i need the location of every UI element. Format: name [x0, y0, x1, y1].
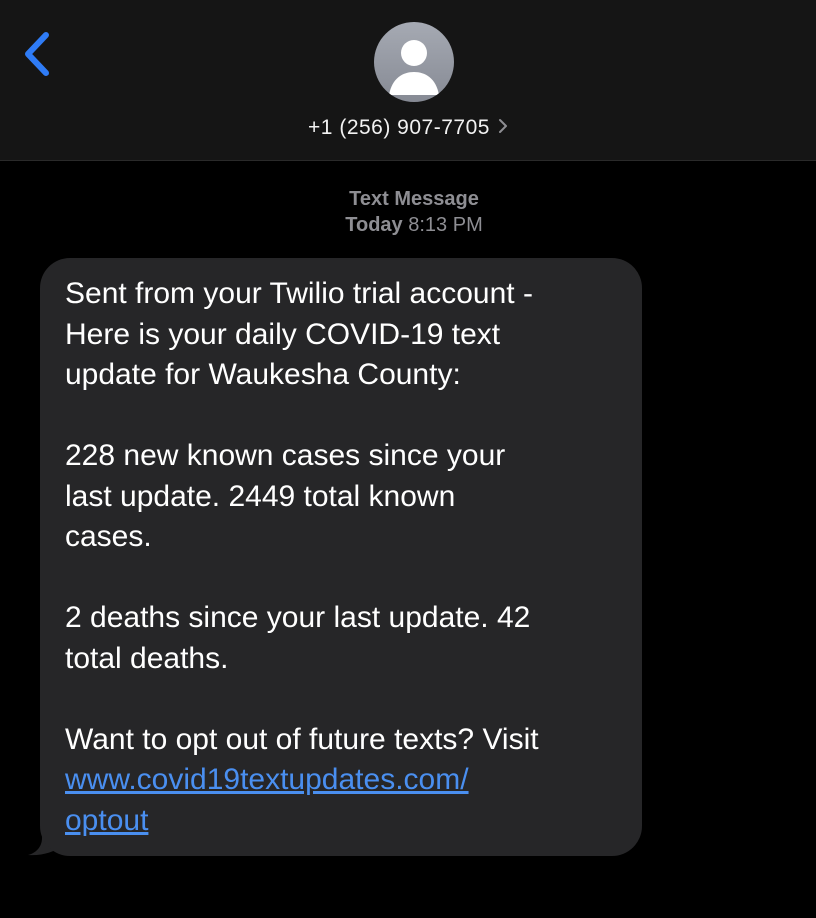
chevron-left-icon	[25, 32, 49, 76]
contact-number: +1 (256) 907-7705	[308, 116, 490, 139]
message-text-line: 2 deaths since your last update. 42	[65, 601, 531, 634]
timestamp-day: Today	[345, 214, 403, 236]
message-text-line: update for Waukesha County:	[65, 358, 461, 391]
optout-link-line: www.covid19textupdates.com/	[65, 760, 642, 801]
contact-details-button[interactable]: +1 (256) 907-7705	[0, 112, 816, 144]
back-button[interactable]	[18, 26, 62, 82]
message-text-line: total deaths.	[65, 641, 229, 675]
avatar[interactable]	[374, 22, 454, 102]
conversation-header: +1 (256) 907-7705	[0, 0, 816, 161]
person-silhouette-icon	[389, 40, 439, 95]
message-text-line: Want to opt out of future texts? Visit	[65, 722, 539, 756]
timestamp-line: Today 8:13 PM	[0, 212, 816, 238]
message-text-line: 228 new known cases since your	[65, 439, 506, 472]
timestamp-time: 8:13 PM	[408, 214, 483, 236]
optout-link-line: optout	[65, 801, 642, 842]
optout-link[interactable]: optout	[65, 804, 148, 837]
message-text-line: cases.	[65, 520, 152, 553]
message-text-line: last update. 2449 total known	[65, 479, 456, 513]
service-label: Text Message	[349, 188, 479, 210]
message-timestamp: Text Message Today 8:13 PM	[0, 186, 816, 238]
message-bubble[interactable]: Sent from your Twilio trial account - He…	[40, 258, 642, 856]
message-text-line: Here is your daily COVID-19 text	[65, 317, 501, 351]
chevron-right-icon	[498, 118, 508, 139]
optout-link[interactable]: www.covid19textupdates.com/	[65, 763, 469, 796]
message-text-line: Sent from your Twilio trial account -	[65, 277, 533, 310]
received-message: Sent from your Twilio trial account - He…	[28, 258, 642, 856]
